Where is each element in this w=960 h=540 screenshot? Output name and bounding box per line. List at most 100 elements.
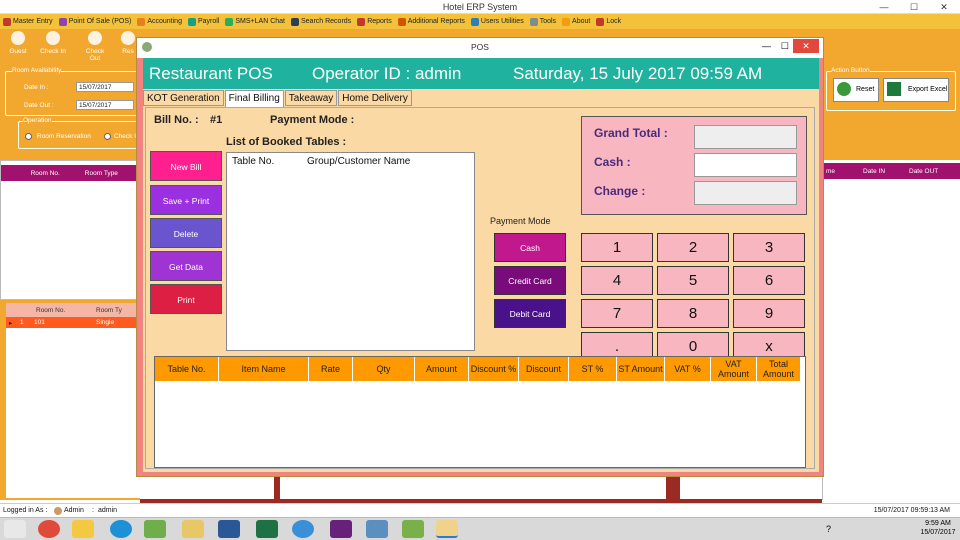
column-header: Qty bbox=[353, 357, 415, 381]
booked-room-grid-header: Room No. Room Ty bbox=[6, 303, 140, 317]
hotel-erp-taskbar-icon[interactable] bbox=[436, 520, 458, 538]
guest-icon bbox=[11, 31, 25, 45]
menu-item-accounting[interactable]: Accounting bbox=[137, 17, 182, 26]
start-button[interactable] bbox=[4, 520, 26, 538]
keypad-key[interactable]: 8 bbox=[657, 299, 729, 328]
change-field bbox=[694, 181, 797, 205]
date-out-picker[interactable]: 15/07/2017 bbox=[76, 100, 134, 110]
column-header: Item Name bbox=[219, 357, 309, 381]
keypad-key[interactable]: 7 bbox=[581, 299, 653, 328]
keypad-key[interactable]: 2 bbox=[657, 233, 729, 262]
keypad-key[interactable]: 5 bbox=[657, 266, 729, 295]
pos-minimize-button[interactable]: — bbox=[762, 41, 771, 51]
tab-home-delivery[interactable]: Home Delivery bbox=[338, 90, 412, 106]
menu-item-about[interactable]: About bbox=[562, 17, 590, 26]
menu-item-users-utilities[interactable]: Users Utilities bbox=[470, 17, 524, 26]
menu-item-master-entry[interactable]: Master Entry bbox=[3, 17, 53, 26]
tab-final-billing[interactable]: Final Billing bbox=[224, 90, 284, 107]
menu-item-sms-lan-chat[interactable]: SMS+LAN Chat bbox=[225, 17, 285, 26]
column-header: ST % bbox=[569, 357, 617, 381]
check-in-button[interactable]: Check In bbox=[38, 31, 68, 55]
guest-button[interactable]: Guest bbox=[3, 31, 33, 55]
keypad-key[interactable]: 3 bbox=[733, 233, 805, 262]
column-header: Rate bbox=[309, 357, 353, 381]
get-data-button[interactable]: Get Data bbox=[150, 251, 222, 281]
image-viewer-icon[interactable] bbox=[366, 520, 388, 538]
cash-field[interactable] bbox=[694, 153, 797, 177]
check-in-icon bbox=[46, 31, 60, 45]
pos-title-bar: POS — ☐ ✕ bbox=[137, 38, 823, 58]
menu-item-reports[interactable]: Reports bbox=[357, 17, 392, 26]
print-button[interactable]: Print bbox=[150, 284, 222, 314]
table-row[interactable]: ▸ 1 101 Single bbox=[6, 317, 140, 328]
final-billing-pane: Bill No. : #1 Payment Mode : List of Boo… bbox=[145, 107, 815, 469]
pos-maximize-button[interactable]: ☐ bbox=[781, 41, 789, 52]
menu-icon bbox=[470, 17, 479, 26]
check-in-radio[interactable] bbox=[104, 133, 111, 140]
tray-clock[interactable]: 9:59 AM 15/07/2017 bbox=[918, 519, 958, 537]
minimize-button[interactable]: — bbox=[872, 0, 896, 14]
word-icon[interactable] bbox=[218, 520, 240, 538]
room-grid[interactable]: Room No. Room Type bbox=[0, 160, 140, 300]
skype-icon[interactable] bbox=[110, 520, 132, 538]
right-grid[interactable]: me Date IN Date OUT bbox=[822, 160, 960, 500]
save-print-button[interactable]: Save + Print bbox=[150, 185, 222, 215]
pos-close-button[interactable]: ✕ bbox=[793, 39, 819, 53]
booked-tables-list[interactable]: Table No. Group/Customer Name bbox=[226, 152, 475, 351]
close-button[interactable]: ✕ bbox=[932, 0, 956, 14]
menu-bar: Master Entry Point Of Sale (POS) Accountin… bbox=[0, 14, 960, 29]
pos-header: Restaurant POS Operator ID : admin Satur… bbox=[143, 58, 819, 89]
visual-studio-icon[interactable] bbox=[330, 520, 352, 538]
bill-items-table[interactable]: Table No. Item Name Rate Qty Amount Discount … bbox=[154, 356, 806, 468]
menu-item-lock[interactable]: Lock bbox=[596, 17, 621, 26]
globe-icon[interactable] bbox=[292, 520, 314, 538]
room-reservation-radio[interactable] bbox=[25, 133, 32, 140]
delete-button[interactable]: Delete bbox=[150, 218, 222, 248]
date-in-picker[interactable]: 15/07/2017 bbox=[76, 82, 134, 92]
menu-item-search-records[interactable]: Search Records bbox=[290, 17, 351, 26]
menu-item-payroll[interactable]: Payroll bbox=[187, 17, 219, 26]
keypad-key[interactable]: 9 bbox=[733, 299, 805, 328]
operator-id: Operator ID : admin bbox=[312, 64, 462, 83]
column-header: Amount bbox=[415, 357, 469, 381]
menu-icon bbox=[357, 17, 366, 26]
tab-takeaway[interactable]: Takeaway bbox=[284, 90, 338, 106]
chrome-icon[interactable] bbox=[38, 520, 60, 538]
menu-icon bbox=[290, 17, 299, 26]
keypad-key[interactable]: 6 bbox=[733, 266, 805, 295]
totals-box: Grand Total : Cash : Change : bbox=[581, 116, 807, 215]
logged-role: admin bbox=[98, 507, 118, 514]
taskbar: ? 9:59 AM 15/07/2017 bbox=[0, 517, 960, 540]
cash-button[interactable]: Cash bbox=[494, 233, 566, 262]
keypad-key[interactable]: 4 bbox=[581, 266, 653, 295]
excel-icon bbox=[887, 82, 901, 96]
menu-item-tools[interactable]: Tools bbox=[529, 17, 556, 26]
explorer-icon[interactable] bbox=[182, 520, 204, 538]
file-manager-icon[interactable] bbox=[72, 520, 94, 538]
pos-tabs: KOT Generation Final Billing Takeaway Ho… bbox=[143, 90, 819, 107]
tool-icon[interactable] bbox=[402, 520, 424, 538]
new-bill-button[interactable]: New Bill bbox=[150, 151, 222, 181]
app-title: Hotel ERP System bbox=[442, 2, 518, 12]
bill-number: #1 bbox=[210, 114, 223, 126]
room-availability-group: Room Availability Date In : 15/07/2017 D… bbox=[5, 67, 138, 116]
keypad-key[interactable]: 1 bbox=[581, 233, 653, 262]
menu-item-additional-reports[interactable]: Additional Reports bbox=[397, 17, 465, 26]
check-out-button[interactable]: Check Out bbox=[80, 31, 110, 62]
tab-kot-generation[interactable]: KOT Generation bbox=[143, 90, 224, 106]
debit-card-button[interactable]: Debit Card bbox=[494, 299, 566, 328]
menu-icon bbox=[187, 17, 196, 26]
app-title-bar: Hotel ERP System — ☐ ✕ bbox=[0, 0, 960, 14]
booked-room-grid[interactable]: Room No. Room Ty ▸ 1 101 Single bbox=[6, 303, 140, 498]
menu-item-point-of-sale-pos[interactable]: Point Of Sale (POS) bbox=[58, 17, 131, 26]
app-icon[interactable] bbox=[144, 520, 166, 538]
reservation-button[interactable]: Res bbox=[118, 31, 138, 55]
pos-body: Restaurant POS Operator ID : admin Satur… bbox=[143, 58, 819, 472]
excel-taskbar-icon[interactable] bbox=[256, 520, 278, 538]
column-header: Total Amount bbox=[757, 357, 801, 381]
maximize-button[interactable]: ☐ bbox=[902, 0, 926, 14]
help-icon[interactable]: ? bbox=[826, 524, 831, 534]
action-button-group: Action Button Reset Export Excel bbox=[826, 67, 956, 111]
credit-card-button[interactable]: Credit Card bbox=[494, 266, 566, 295]
background-strip bbox=[140, 475, 822, 503]
